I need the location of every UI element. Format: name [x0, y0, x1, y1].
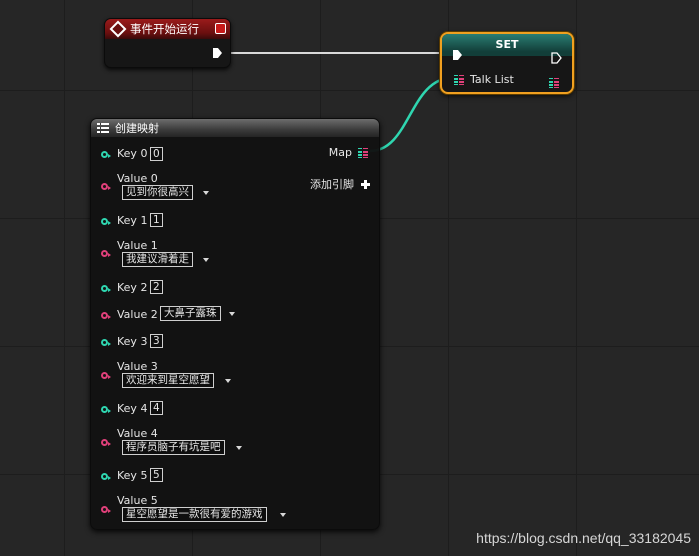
value-0-input[interactable]: 见到你很高兴 — [122, 185, 193, 200]
value-0-label: Value 0 — [117, 172, 158, 185]
value-0-dropdown-icon[interactable] — [203, 191, 209, 195]
value-5-label: Value 5 — [117, 494, 158, 507]
make-map-header[interactable]: 创建映射 — [91, 119, 379, 137]
value-1-input[interactable]: 我建议滑着走 — [122, 252, 193, 267]
value-2-pin[interactable] — [101, 312, 111, 319]
exec-hollow-arrow-icon — [551, 52, 562, 64]
add-pin-button[interactable]: 添加引脚 — [310, 176, 370, 192]
key-0-pin[interactable] — [101, 151, 111, 158]
key-3-label: Key 3 — [117, 335, 148, 348]
watermark: https://blog.csdn.net/qq_33182045 — [476, 530, 691, 546]
plus-icon — [361, 179, 370, 189]
talk-list-output-pin[interactable] — [549, 73, 559, 92]
value-5-input[interactable]: 星空愿望是一款很有爱的游戏 — [122, 507, 267, 522]
set-variable-node[interactable]: SET Talk List — [440, 32, 574, 94]
talk-list-input-pin[interactable]: Talk List — [454, 73, 514, 86]
key-5-input[interactable]: 5 — [150, 468, 163, 482]
value-2-dropdown-icon[interactable] — [229, 312, 235, 316]
key-1-pin[interactable] — [101, 218, 111, 225]
value-0-pin[interactable] — [101, 183, 111, 190]
map-pin-icon — [358, 147, 368, 158]
make-map-title: 创建映射 — [115, 122, 159, 135]
value-1-dropdown-icon[interactable] — [203, 258, 209, 262]
map-pin-icon — [549, 78, 559, 88]
event-node-title: 事件开始运行 — [130, 22, 199, 36]
value-3-pin[interactable] — [101, 372, 111, 379]
value-3-input[interactable]: 欢迎来到星空愿望 — [122, 373, 214, 388]
value-1-label: Value 1 — [117, 239, 158, 252]
map-output-label: Map — [328, 146, 352, 159]
map-pin-icon — [454, 74, 464, 85]
value-1-pin[interactable] — [101, 250, 111, 257]
key-4-input[interactable]: 4 — [150, 401, 163, 415]
event-icon — [109, 20, 127, 38]
add-pin-label: 添加引脚 — [310, 178, 354, 191]
key-5-label: Key 5 — [117, 469, 148, 482]
value-5-dropdown-icon[interactable] — [280, 513, 286, 517]
key-4-label: Key 4 — [117, 402, 148, 415]
event-output-delegate-icon[interactable] — [215, 23, 226, 34]
key-0-label: Key 0 — [117, 147, 148, 160]
event-begin-play-node[interactable]: 事件开始运行 — [104, 18, 231, 68]
make-map-node[interactable]: 创建映射 Map 添加引脚 Key 0 0 Value 0 见到你很高兴 Key… — [90, 118, 380, 530]
value-3-label: Value 3 — [117, 360, 158, 373]
key-3-pin[interactable] — [101, 339, 111, 346]
key-2-input[interactable]: 2 — [150, 280, 163, 294]
key-4-pin[interactable] — [101, 406, 111, 413]
key-0-input[interactable]: 0 — [150, 147, 163, 161]
value-2-label: Value 2 — [117, 308, 158, 321]
key-1-input[interactable]: 1 — [150, 213, 163, 227]
key-3-input[interactable]: 3 — [150, 334, 163, 348]
value-2-input[interactable]: 大鼻子露珠 — [160, 306, 221, 321]
exec-input-pin[interactable] — [453, 50, 462, 60]
value-5-pin[interactable] — [101, 506, 111, 513]
key-1-label: Key 1 — [117, 214, 148, 227]
value-4-input[interactable]: 程序员脑子有坑是吧 — [122, 440, 225, 455]
value-3-dropdown-icon[interactable] — [225, 379, 231, 383]
value-4-label: Value 4 — [117, 427, 158, 440]
event-node-header[interactable]: 事件开始运行 — [105, 19, 230, 39]
key-2-pin[interactable] — [101, 285, 111, 292]
key-2-label: Key 2 — [117, 281, 148, 294]
talk-list-label: Talk List — [470, 73, 514, 86]
exec-arrow-icon — [453, 50, 462, 60]
map-output-pin[interactable]: Map — [329, 146, 368, 159]
value-4-pin[interactable] — [101, 439, 111, 446]
exec-output-pin[interactable] — [551, 49, 562, 68]
value-4-dropdown-icon[interactable] — [236, 446, 242, 450]
exec-arrow-icon — [213, 48, 222, 58]
list-icon — [97, 123, 109, 133]
key-5-pin[interactable] — [101, 473, 111, 480]
